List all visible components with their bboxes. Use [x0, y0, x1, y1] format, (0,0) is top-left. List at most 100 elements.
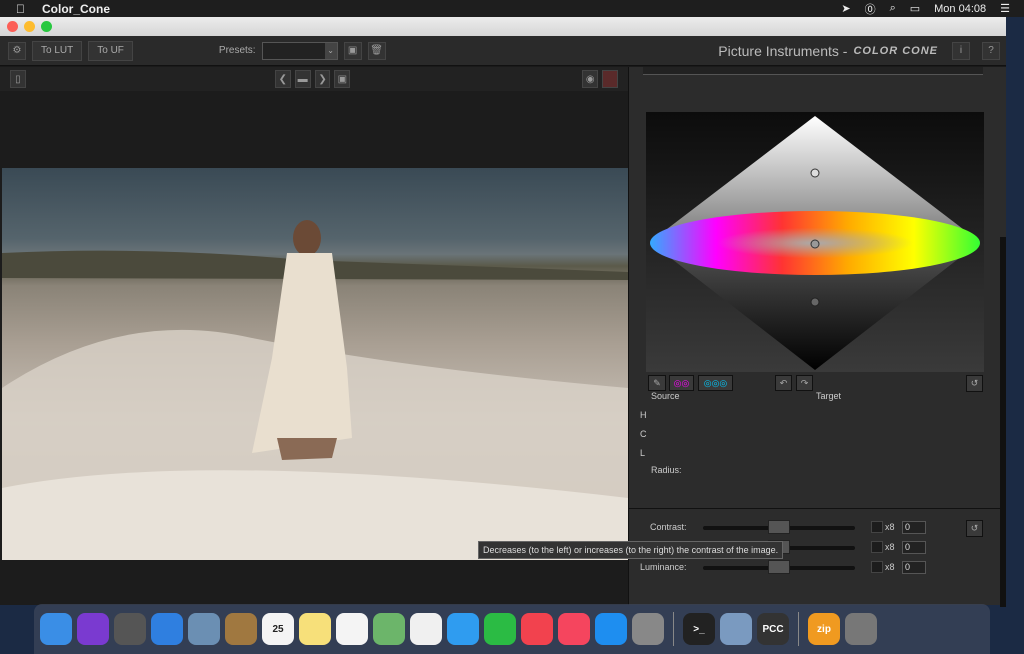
source-handle[interactable] [810, 168, 820, 178]
h-label: H [640, 410, 647, 420]
dock-finder-icon[interactable] [40, 613, 72, 645]
dock-preview-icon[interactable] [720, 613, 752, 645]
dock-notes-icon[interactable] [299, 613, 331, 645]
airplay-icon[interactable]: ▭ [910, 2, 920, 15]
dock-separator [798, 612, 799, 646]
dock-launchpad-icon[interactable] [114, 613, 146, 645]
divider [629, 508, 1001, 509]
close-button[interactable] [7, 21, 18, 32]
product-name: COLOR CONE [853, 44, 938, 57]
slider-thumb[interactable] [768, 520, 790, 534]
viewer-toolbar: ▯ ❮ ▬ ❯ ▣ ◉ [0, 67, 628, 91]
clock[interactable]: Mon 04:08 [934, 3, 986, 15]
x8-label: x8 [885, 562, 895, 572]
list-icon[interactable]: ☰ [1000, 2, 1010, 15]
onepassword-icon[interactable]: ⓪ [865, 1, 876, 17]
dock-photos-icon[interactable] [410, 613, 442, 645]
dock-music-icon[interactable] [558, 613, 590, 645]
reset-icon[interactable]: ↺ [966, 375, 983, 392]
presets-label: Presets: [218, 45, 256, 56]
three-wheels-icon[interactable]: ◎◎◎ [698, 375, 733, 391]
scrollbar[interactable] [1000, 237, 1006, 607]
x8-label: x8 [885, 542, 895, 552]
eye-icon[interactable]: ◉ [582, 70, 599, 88]
dock: 25 >_ PCC zip [34, 604, 990, 654]
dock-app-store-icon[interactable] [595, 613, 627, 645]
dock-news-icon[interactable] [521, 613, 553, 645]
color-cone-view[interactable] [646, 112, 984, 372]
dock-system-preferences-icon[interactable] [632, 613, 664, 645]
luminance-slider[interactable] [703, 560, 855, 574]
save-image-icon[interactable]: ▣ [334, 70, 351, 88]
eyedropper-icon[interactable]: ✎ [648, 375, 666, 391]
menu-bar:  Color_Cone ➤ ⓪ ⌕ ▭ Mon 04:08 ☰ [0, 0, 1024, 17]
title-bar [0, 17, 1006, 36]
dock-maps-icon[interactable] [373, 613, 405, 645]
apple-icon[interactable]:  [16, 2, 30, 16]
color-cone-graphic [650, 116, 980, 370]
dock-trash-icon[interactable] [845, 613, 877, 645]
trash-icon[interactable]: 🗑 [367, 41, 386, 60]
dock-reminders-icon[interactable] [336, 613, 368, 645]
two-wheels-icon[interactable]: ◎◎ [669, 375, 694, 391]
dock-contacts-icon[interactable] [225, 613, 257, 645]
dock-facetime-icon[interactable] [484, 613, 516, 645]
x8-label: x8 [885, 522, 895, 532]
color-cone-panel: ✎ ◎◎ ◎◎◎ ↶ ↷ ↺ Source Target H C L Radiu… [628, 67, 1006, 605]
dock-messages-icon[interactable] [447, 613, 479, 645]
brand-logo: Picture Instruments - COLOR CONE i ? [718, 41, 1006, 60]
x8-checkbox[interactable] [871, 541, 883, 553]
zoom-button[interactable] [41, 21, 52, 32]
dock-zip-archive-icon[interactable]: zip [808, 613, 840, 645]
dock-separator [673, 612, 674, 646]
search-icon[interactable]: ⌕ [890, 2, 896, 15]
dock-color-cone-icon[interactable]: PCC [757, 613, 789, 645]
info-button[interactable]: i [952, 41, 970, 60]
x8-checkbox[interactable] [871, 561, 883, 573]
reset-sliders-icon[interactable]: ↺ [966, 520, 983, 537]
app-window: ⚙ To LUT To UF Presets: ⌄ ▣ 🗑 Picture In… [0, 17, 1006, 607]
contrast-label: Contrast: [650, 522, 687, 532]
previous-icon[interactable]: ❮ [274, 70, 291, 88]
slider-thumb[interactable] [768, 560, 790, 574]
x8-checkbox[interactable] [871, 521, 883, 533]
help-button[interactable]: ? [982, 41, 1000, 60]
dock-siri-icon[interactable] [77, 613, 109, 645]
chevron-down-icon: ⌄ [324, 42, 337, 59]
hue-strip [643, 67, 983, 75]
luminance-value-input[interactable]: 0 [902, 561, 926, 574]
clipboard-icon[interactable]: ▯ [10, 70, 26, 88]
target-handle[interactable] [810, 297, 820, 307]
value-input[interactable]: 0 [902, 541, 926, 554]
contrast-value-input[interactable]: 0 [902, 521, 926, 534]
dock-terminal-icon[interactable]: >_ [683, 613, 715, 645]
to-uf-button[interactable]: To UF [88, 40, 133, 61]
save-icon[interactable]: ▣ [343, 41, 362, 60]
dock-calendar-icon[interactable]: 25 [262, 613, 294, 645]
toolbar: ⚙ To LUT To UF Presets: ⌄ ▣ 🗑 Picture In… [0, 36, 1006, 66]
to-lut-button[interactable]: To LUT [32, 40, 83, 61]
next-icon[interactable]: ❯ [314, 70, 331, 88]
luminance-label: Luminance: [640, 562, 687, 572]
l-label: L [640, 448, 646, 458]
radius-label: Radius: [651, 465, 682, 475]
contrast-slider[interactable] [703, 520, 855, 534]
compare-icon[interactable] [602, 70, 619, 88]
photo-graphic [2, 220, 628, 560]
folder-icon[interactable]: ▬ [294, 70, 311, 88]
presets-select[interactable]: ⌄ [261, 41, 338, 60]
brand-name: Picture Instruments - [718, 42, 848, 59]
minimize-button[interactable] [24, 21, 35, 32]
gear-icon[interactable]: ⚙ [8, 41, 26, 60]
dock-mail-icon[interactable] [188, 613, 220, 645]
location-icon[interactable]: ➤ [841, 2, 850, 15]
target-label: Target [816, 391, 842, 401]
app-menu[interactable]: Color_Cone [42, 2, 110, 16]
redo-icon[interactable]: ↷ [796, 375, 813, 391]
preview-image [2, 168, 628, 560]
undo-icon[interactable]: ↶ [775, 375, 792, 391]
c-label: C [640, 429, 647, 439]
source-label: Source [651, 391, 680, 401]
dock-safari-icon[interactable] [151, 613, 183, 645]
center-handle[interactable] [810, 239, 820, 249]
